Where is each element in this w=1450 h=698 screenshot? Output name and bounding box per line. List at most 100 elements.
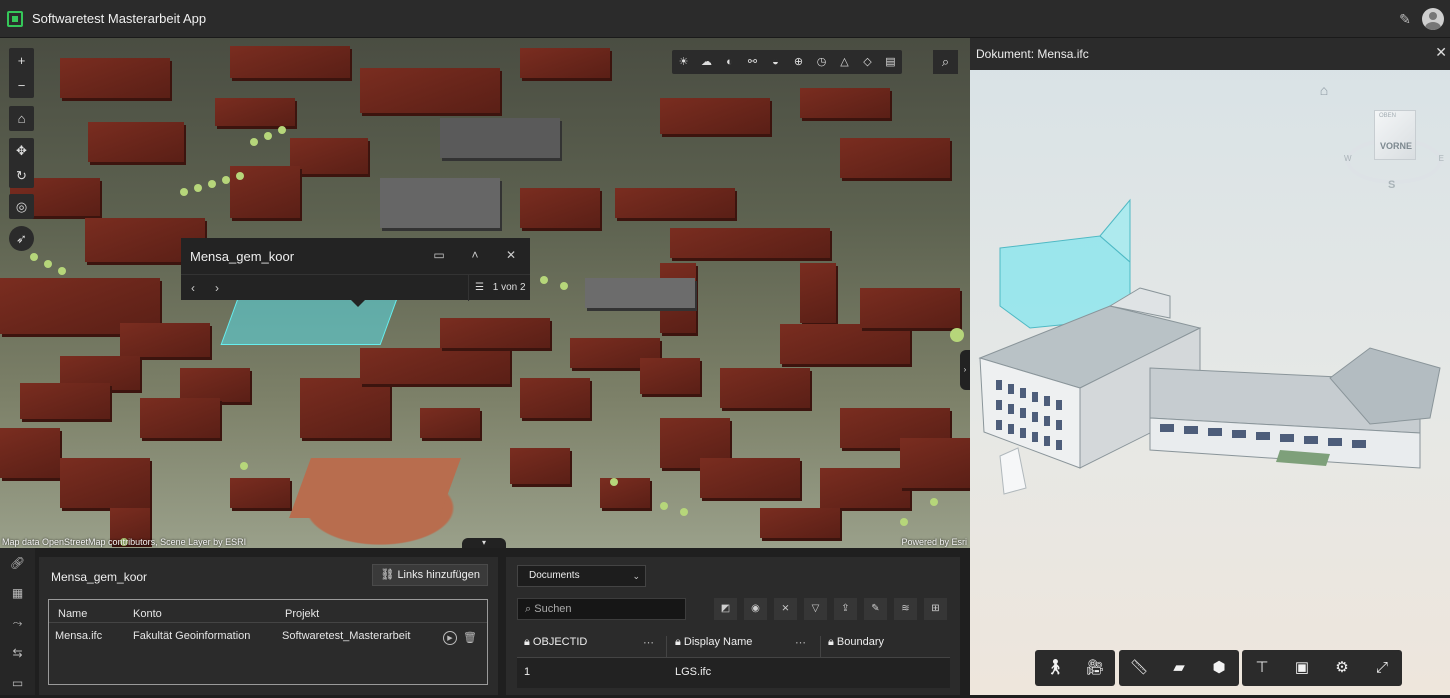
line-of-sight-icon[interactable]: ⚯	[741, 50, 764, 74]
section-icon[interactable]: ▰	[1159, 650, 1199, 686]
connect-icon[interactable]: ⤳	[0, 608, 35, 638]
tree	[610, 478, 618, 486]
feature-menu-button[interactable]: ☰ 1 von 2	[468, 275, 530, 301]
search-input[interactable]: ⌕ Suchen	[517, 598, 686, 620]
selected-feature-highlight[interactable]	[220, 293, 400, 345]
basemap-gallery-icon[interactable]: ⊕	[787, 50, 810, 74]
feature-count: 1 von 2	[492, 282, 526, 293]
cube-front-label: VORNE	[1380, 141, 1413, 151]
chevron-right-icon[interactable]: ›	[960, 350, 970, 390]
rotate-button[interactable]: ↻	[9, 163, 34, 188]
slice-icon[interactable]: ◒	[764, 50, 787, 74]
cube[interactable]: OBEN VORNE	[1374, 110, 1416, 160]
layer-list-icon[interactable]: ◇	[856, 50, 879, 74]
chevron-down-icon[interactable]: ▾	[462, 538, 506, 548]
show-selection-icon[interactable]: ◩	[714, 598, 737, 620]
previous-feature-button[interactable]: ‹	[185, 279, 201, 297]
compass-button[interactable]: ➶	[9, 226, 34, 251]
settings-toolbar: ⊤ ▣ ⚙ ⤢	[1242, 650, 1402, 686]
table-row[interactable]: 1 LGS.ifc	[517, 658, 950, 688]
locate-button[interactable]: ◎	[9, 194, 34, 219]
popup-title: Mensa_gem_koor	[190, 249, 295, 264]
home-icon: ⌂	[17, 111, 26, 126]
daylight-icon[interactable]: ☀	[672, 50, 695, 74]
document-title: Dokument: Mensa.ifc	[976, 47, 1089, 61]
building	[290, 138, 368, 174]
attachment-icon[interactable]: 🔗︎	[0, 548, 35, 578]
filter-icon[interactable]: ▽	[804, 598, 827, 620]
lock-icon: 🔒︎	[524, 636, 530, 648]
add-links-button[interactable]: ⛓ Links hinzufügen	[372, 564, 488, 586]
layer-select[interactable]: Documents ⌄	[517, 565, 646, 587]
grid-icon[interactable]: ⊞	[924, 598, 947, 620]
shadow-cast-icon[interactable]: ◐	[718, 50, 741, 74]
cell-name[interactable]: Mensa.ifc	[55, 630, 102, 642]
delete-icon[interactable]: 🗑︎	[463, 631, 477, 645]
camera-icon[interactable]: 🎥︎	[1075, 650, 1115, 686]
column-menu-icon[interactable]: ⋯	[795, 636, 806, 649]
collapse-icon[interactable]: ˄	[466, 246, 484, 264]
zoom-out-button[interactable]: −	[9, 73, 34, 98]
tree	[900, 518, 908, 526]
home-button[interactable]: ⌂	[9, 106, 34, 131]
cube-top-label: OBEN	[1379, 113, 1397, 119]
elevation-profile-icon[interactable]: △	[833, 50, 856, 74]
model-browser-icon[interactable]: ⊤	[1242, 650, 1282, 686]
dock-icon[interactable]: ▭	[430, 246, 448, 264]
fullscreen-icon[interactable]: ⤢	[1362, 650, 1402, 686]
measure-icon[interactable]: 📏︎	[1119, 650, 1159, 686]
play-icon[interactable]: ▶	[443, 631, 457, 645]
zoom-to-icon[interactable]: ◉	[744, 598, 767, 620]
upload-icon[interactable]: ⇪	[834, 598, 857, 620]
building	[510, 448, 570, 484]
close-icon[interactable]: ✕	[1435, 44, 1447, 61]
close-icon[interactable]: ✕	[502, 246, 520, 264]
building	[660, 98, 770, 134]
edit-icon[interactable]: ✎	[864, 598, 887, 620]
building	[420, 408, 480, 438]
column-menu-icon[interactable]: ⋯	[643, 636, 654, 649]
column-header-boundary[interactable]: 🔒︎ Boundary	[828, 636, 884, 649]
document-viewer[interactable]: Dokument: Mensa.ifc ✕ ⌂ OBEN VORNE W E S	[970, 38, 1450, 695]
map-attribution[interactable]: Map data OpenStreetMap contributors, Sce…	[2, 537, 246, 547]
properties-icon[interactable]: ▣	[1282, 650, 1322, 686]
pan-button[interactable]: ✥	[9, 138, 34, 163]
swap-icon[interactable]: ⇆	[0, 638, 35, 668]
column-header-projekt: Projekt	[285, 608, 320, 620]
map-search-icon[interactable]: ⌕	[933, 50, 958, 74]
popup-pointer	[351, 300, 365, 307]
building	[180, 368, 250, 402]
next-feature-button[interactable]: ›	[209, 279, 225, 297]
column-header-display-name[interactable]: 🔒︎ Display Name	[675, 636, 752, 649]
edit-icon[interactable]: ✎	[1396, 10, 1414, 28]
building	[640, 358, 700, 394]
navigation-toggle: ✥ ↻	[9, 138, 34, 188]
feature-popup: Mensa_gem_koor ▭ ˄ ✕ ‹ › ☰ 1 von 2	[181, 238, 530, 307]
column-header-konto: Konto	[133, 608, 162, 620]
home-icon[interactable]: ⌂	[1315, 82, 1333, 98]
window-icon[interactable]: ▭	[0, 668, 35, 698]
measure-icon[interactable]: ◷	[810, 50, 833, 74]
clear-selection-icon[interactable]: ⨯	[774, 598, 797, 620]
tree	[208, 180, 216, 188]
cell-projekt: Softwaretest_Masterarbeit	[282, 630, 411, 642]
gear-icon[interactable]: ⚙	[1322, 650, 1362, 686]
building	[780, 324, 910, 364]
view-cube[interactable]: OBEN VORNE W E S	[1344, 102, 1444, 191]
sync-icon[interactable]: ≋	[894, 598, 917, 620]
cell-display-name: LGS.ifc	[675, 666, 712, 678]
building	[760, 508, 840, 538]
zoom-in-button[interactable]: +	[9, 48, 34, 73]
explode-icon[interactable]: ⬢	[1199, 650, 1239, 686]
linked-documents-panel: Mensa_gem_koor ⛓ Links hinzufügen Name K…	[39, 557, 498, 695]
table-icon[interactable]: ▦	[0, 578, 35, 608]
weather-icon[interactable]: ☁	[695, 50, 718, 74]
building	[720, 368, 810, 408]
tree	[194, 184, 202, 192]
user-avatar[interactable]	[1422, 8, 1444, 30]
first-person-icon[interactable]: 🚶︎	[1035, 650, 1075, 686]
bookmark-icon[interactable]: ▤	[879, 50, 902, 74]
column-header-objectid[interactable]: 🔒︎ OBJECTID	[524, 636, 587, 649]
ifc-model[interactable]	[970, 188, 1450, 508]
building	[360, 68, 500, 113]
